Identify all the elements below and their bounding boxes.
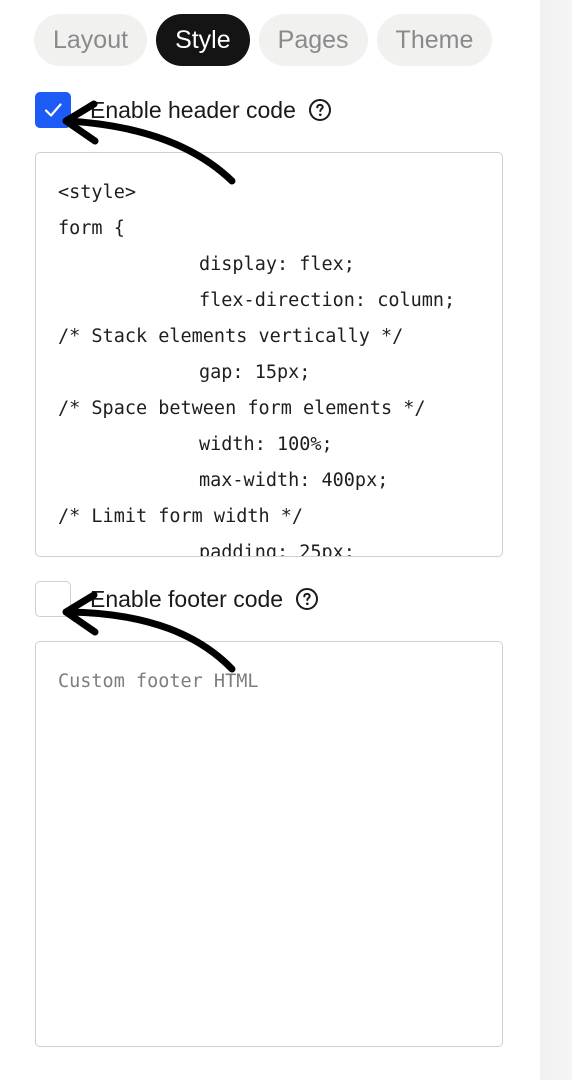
header-code-checkbox[interactable] [35, 92, 71, 128]
tab-bar: Layout Style Pages Theme [34, 14, 493, 66]
question-circle-icon[interactable] [308, 98, 332, 122]
question-circle-icon[interactable] [295, 587, 319, 611]
code-line: padding: 25px; [199, 542, 355, 557]
tab-style[interactable]: Style [156, 14, 250, 66]
code-line: <style> [58, 182, 136, 203]
footer-code-editor[interactable]: Custom footer HTML [35, 641, 503, 1047]
code-line: width: 100%; [199, 434, 333, 455]
code-line: /* Limit form width */ [58, 506, 304, 527]
tab-theme[interactable]: Theme [376, 14, 493, 66]
tab-pages[interactable]: Pages [258, 14, 368, 66]
footer-code-placeholder: Custom footer HTML [58, 671, 259, 692]
footer-code-option: Enable footer code [35, 581, 319, 617]
right-panel-edge [540, 0, 572, 1080]
code-line: /* Space between form elements */ [58, 398, 426, 419]
style-settings-page: Layout Style Pages Theme Enable header c… [0, 0, 572, 1080]
tab-layout[interactable]: Layout [34, 14, 148, 66]
footer-code-label: Enable footer code [90, 585, 284, 612]
header-code-option: Enable header code [35, 92, 332, 128]
header-code-label: Enable header code [90, 96, 296, 123]
code-line: flex-direction: column; [199, 290, 456, 311]
settings-panel: Layout Style Pages Theme Enable header c… [0, 0, 540, 1080]
header-code-editor[interactable]: <style> form { display: flex; flex-direc… [35, 152, 503, 557]
code-line: display: flex; [199, 254, 355, 275]
checkmark-icon [44, 103, 62, 117]
code-line: form { [58, 218, 125, 239]
code-line: /* Stack elements vertically */ [58, 326, 404, 347]
footer-code-checkbox[interactable] [35, 581, 71, 617]
code-line: max-width: 400px; [199, 470, 389, 491]
code-line: gap: 15px; [199, 362, 311, 383]
